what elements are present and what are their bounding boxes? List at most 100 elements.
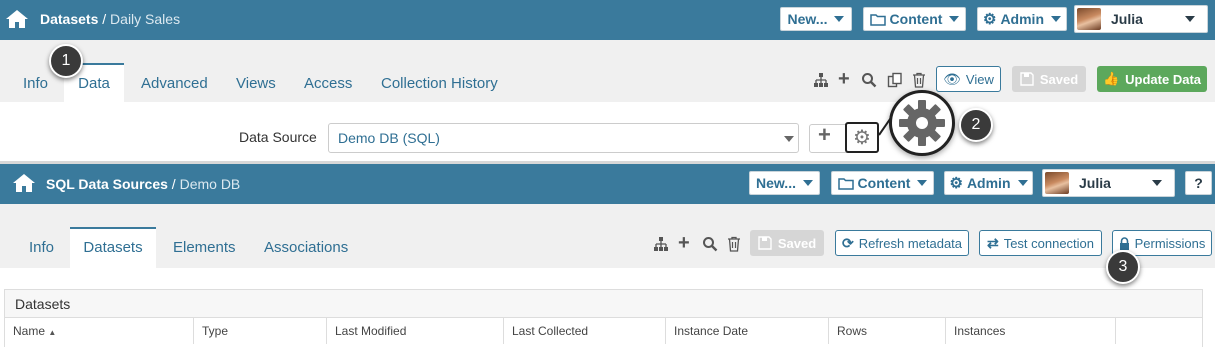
column-header-last-modified[interactable]: Last Modified bbox=[327, 318, 504, 344]
test-label: Test connection bbox=[1003, 235, 1095, 251]
lock-icon bbox=[1119, 236, 1129, 250]
user-name: Julia bbox=[1079, 175, 1111, 191]
new-menu-button[interactable]: New... bbox=[749, 171, 820, 195]
avatar bbox=[1045, 172, 1069, 194]
chevron-down-icon bbox=[802, 180, 813, 186]
search-icon[interactable] bbox=[702, 236, 718, 252]
breadcrumb-separator: / bbox=[171, 176, 176, 192]
new-menu-button[interactable]: New... bbox=[780, 7, 852, 31]
chevron-down-icon bbox=[1185, 16, 1195, 22]
content-label: Content bbox=[889, 11, 943, 27]
column-header-instances[interactable]: Instances bbox=[946, 318, 1116, 344]
refresh-icon: ⟳ bbox=[841, 234, 854, 251]
save-icon bbox=[1020, 72, 1034, 86]
tab-collection-history[interactable]: Collection History bbox=[381, 75, 498, 92]
tab-datasets[interactable]: Datasets bbox=[70, 227, 156, 268]
gear-icon: ⚙ bbox=[853, 127, 871, 149]
top-header-bar: Datasets / Daily Sales New... Content ⚙ … bbox=[0, 0, 1215, 40]
exchange-icon: ⇄ bbox=[986, 234, 999, 251]
saved-label: Saved bbox=[777, 235, 817, 251]
content-menu-button[interactable]: Content bbox=[863, 7, 966, 31]
breadcrumb-root[interactable]: Datasets bbox=[40, 11, 98, 27]
column-header-instance-date[interactable]: Instance Date bbox=[666, 318, 829, 344]
admin-label: Admin bbox=[1000, 11, 1044, 27]
hierarchy-icon[interactable] bbox=[813, 72, 829, 88]
user-menu-button[interactable]: Julia bbox=[1042, 169, 1175, 197]
help-button[interactable]: ? bbox=[1185, 171, 1212, 195]
folder-icon bbox=[837, 177, 854, 190]
refresh-label: Refresh metadata bbox=[858, 235, 963, 251]
search-icon[interactable] bbox=[861, 72, 877, 88]
content-label: Content bbox=[857, 175, 911, 191]
chevron-down-icon bbox=[834, 16, 845, 22]
trash-icon[interactable] bbox=[912, 72, 926, 88]
step-callout-3: 3 bbox=[1106, 250, 1140, 284]
column-header-type[interactable]: Type bbox=[194, 318, 327, 344]
column-name-label: Name bbox=[13, 324, 46, 338]
breadcrumb: Datasets / Daily Sales bbox=[40, 11, 180, 27]
view-button[interactable]: 👁 View bbox=[936, 66, 1001, 92]
tab-advanced[interactable]: Advanced bbox=[141, 75, 208, 92]
tab-info[interactable]: Info bbox=[29, 239, 54, 256]
refresh-metadata-button[interactable]: ⟳ Refresh metadata bbox=[835, 230, 969, 256]
chevron-down-icon bbox=[1051, 16, 1061, 22]
trash-icon[interactable] bbox=[727, 236, 741, 252]
tab-info[interactable]: Info bbox=[23, 75, 48, 92]
admin-menu-button[interactable]: ⚙ Admin bbox=[977, 7, 1067, 31]
chevron-down-icon bbox=[949, 16, 960, 22]
home-icon[interactable] bbox=[5, 9, 29, 29]
step-callout-2: 2 bbox=[959, 108, 993, 142]
update-data-button[interactable]: 👍 Update Data bbox=[1097, 66, 1207, 92]
avatar bbox=[1077, 8, 1101, 30]
tab-elements[interactable]: Elements bbox=[173, 239, 236, 256]
breadcrumb-current: Demo DB bbox=[179, 176, 241, 192]
tab-views[interactable]: Views bbox=[236, 75, 276, 92]
new-label: New... bbox=[756, 175, 796, 191]
hierarchy-icon[interactable] bbox=[653, 236, 669, 252]
copy-icon[interactable] bbox=[887, 72, 903, 88]
panel-header bbox=[5, 290, 1202, 318]
content-menu-button[interactable]: Content bbox=[831, 171, 934, 195]
home-icon[interactable] bbox=[12, 173, 36, 193]
tab-access[interactable]: Access bbox=[304, 75, 352, 92]
admin-label: Admin bbox=[966, 175, 1011, 191]
sort-asc-icon: ▲ bbox=[48, 328, 57, 337]
column-header-name[interactable]: Name ▲ bbox=[5, 318, 194, 344]
gear-icon: ⚙ bbox=[949, 175, 963, 192]
step-callout-1: 1 bbox=[49, 44, 83, 78]
add-data-source-icon[interactable]: + bbox=[818, 124, 831, 146]
saved-button: Saved bbox=[1012, 66, 1086, 92]
saved-label: Saved bbox=[1039, 71, 1079, 87]
breadcrumb-current: Daily Sales bbox=[110, 11, 181, 27]
admin-menu-button[interactable]: ⚙ Admin bbox=[944, 171, 1033, 195]
breadcrumb-root[interactable]: SQL Data Sources bbox=[46, 176, 168, 192]
new-label: New... bbox=[787, 11, 828, 27]
folder-icon bbox=[869, 13, 886, 26]
data-source-settings-button[interactable]: ⚙ bbox=[845, 122, 879, 153]
test-connection-button[interactable]: ⇄ Test connection bbox=[979, 230, 1102, 256]
thumbs-up-icon: 👍 bbox=[1102, 71, 1120, 86]
plus-icon[interactable]: + bbox=[678, 233, 690, 253]
magnified-gear bbox=[889, 90, 955, 156]
column-header-last-collected[interactable]: Last Collected bbox=[504, 318, 666, 344]
data-source-label: Data Source bbox=[239, 129, 317, 145]
plus-icon[interactable]: + bbox=[838, 69, 850, 89]
gear-icon: ⚙ bbox=[982, 11, 997, 28]
chevron-down-icon bbox=[917, 180, 928, 186]
user-name: Julia bbox=[1111, 11, 1143, 27]
permissions-label: Permissions bbox=[1134, 235, 1206, 251]
view-label: View bbox=[965, 71, 994, 87]
chevron-down-icon bbox=[784, 136, 794, 142]
gear-icon bbox=[899, 100, 945, 146]
tab-associations[interactable]: Associations bbox=[264, 239, 348, 256]
column-header-rows[interactable]: Rows bbox=[829, 318, 946, 344]
eye-icon: 👁 bbox=[943, 70, 961, 87]
chevron-down-icon bbox=[1017, 180, 1028, 186]
bottom-header-bar: SQL Data Sources / Demo DB New... Conten… bbox=[0, 164, 1215, 204]
breadcrumb: SQL Data Sources / Demo DB bbox=[46, 176, 240, 192]
data-source-select[interactable]: Demo DB (SQL) bbox=[328, 123, 799, 153]
user-menu-button[interactable]: Julia bbox=[1074, 5, 1208, 33]
update-label: Update Data bbox=[1125, 71, 1202, 87]
save-icon bbox=[758, 236, 772, 250]
breadcrumb-separator: / bbox=[102, 11, 107, 27]
